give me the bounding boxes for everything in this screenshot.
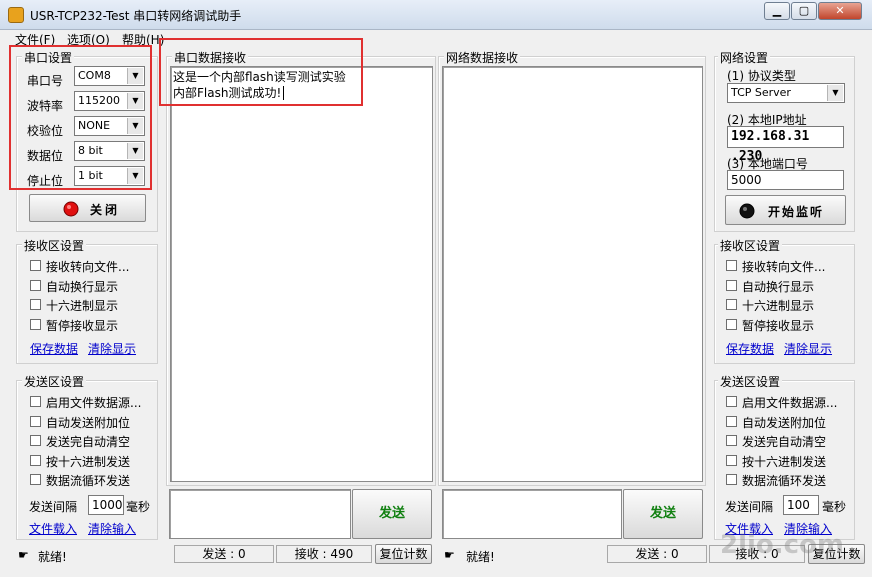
clear-input-link[interactable]: 清除输入 [88, 520, 136, 537]
option-label: 十六进制显示 [46, 299, 119, 313]
checkbox[interactable] [726, 299, 737, 310]
option-label: 发送完自动清空 [742, 435, 827, 449]
net-recv-legend: 网络数据接收 [444, 49, 521, 66]
checkbox[interactable] [30, 396, 41, 407]
option-label: 暂停接收显示 [742, 319, 815, 333]
watermark: 2lio.com [720, 530, 845, 560]
protocol-value: TCP Server [731, 86, 791, 99]
clear-display-link[interactable]: 清除显示 [88, 340, 136, 357]
left-recv-legend: 接收区设置 [22, 237, 87, 254]
close-port-label: 关闭 [90, 203, 121, 217]
net-recv-textarea[interactable] [442, 66, 703, 482]
close-window-button[interactable]: ✕ [818, 2, 862, 20]
checkbox[interactable] [726, 280, 737, 291]
option-label: 启用文件数据源... [742, 396, 838, 410]
option-label: 数据流循环发送 [742, 474, 827, 488]
status-ready-left: 就绪! [38, 550, 67, 564]
option-label: 自动发送附加位 [46, 416, 131, 430]
hand-icon: ☛ [444, 548, 455, 562]
option-label: 数据流循环发送 [46, 474, 131, 488]
checkbox[interactable] [726, 435, 737, 446]
checkbox[interactable] [30, 299, 41, 310]
hand-icon: ☛ [18, 548, 29, 562]
save-data-link[interactable]: 保存数据 [30, 340, 78, 357]
protocol-select[interactable]: TCP Server ▼ [727, 83, 845, 103]
right-recv-legend: 接收区设置 [718, 237, 783, 254]
left-send-legend: 发送区设置 [22, 373, 87, 390]
app-icon [8, 7, 24, 23]
reset-count-button-left[interactable]: 复位计数 [375, 544, 432, 564]
record-icon [63, 201, 79, 217]
option-label: 自动换行显示 [46, 280, 119, 294]
highlight-box-serial-settings [9, 45, 152, 190]
interval-label: 发送间隔 [725, 500, 774, 514]
checkbox[interactable] [30, 474, 41, 485]
recv-count-left: 接收 : 490 [276, 545, 372, 563]
protocol-label: (1) 协议类型 [727, 69, 796, 83]
local-port-input[interactable]: 5000 [727, 170, 844, 190]
checkbox[interactable] [726, 319, 737, 330]
window-title: USR-TCP232-Test 串口转网络调试助手 [30, 9, 242, 23]
right-send-legend: 发送区设置 [718, 373, 783, 390]
checkbox[interactable] [726, 455, 737, 466]
checkbox[interactable] [30, 435, 41, 446]
checkbox[interactable] [30, 416, 41, 427]
net-send-button[interactable]: 发送 [623, 489, 703, 539]
serial-send-textarea[interactable] [169, 489, 351, 539]
option-label: 接收转向文件... [46, 260, 130, 274]
interval-input[interactable]: 1000 [88, 495, 124, 515]
checkbox[interactable] [726, 260, 737, 271]
interval-unit: 毫秒 [126, 500, 151, 514]
checkbox[interactable] [726, 416, 737, 427]
send-count-left: 发送 : 0 [174, 545, 274, 563]
serial-send-button[interactable]: 发送 [352, 489, 432, 539]
record-icon [739, 203, 755, 219]
checkbox[interactable] [30, 319, 41, 330]
option-label: 启用文件数据源... [46, 396, 142, 410]
serial-recv-textarea[interactable]: 这是一个内部flash读写测试实验 内部Flash测试成功! [170, 66, 433, 482]
checkbox[interactable] [726, 396, 737, 407]
start-listen-label: 开始监听 [768, 205, 825, 219]
checkbox[interactable] [30, 455, 41, 466]
option-label: 自动发送附加位 [742, 416, 827, 430]
status-ready-right: 就绪! [466, 550, 495, 564]
close-port-button[interactable]: 关闭 [29, 194, 146, 222]
start-listen-button[interactable]: 开始监听 [725, 195, 846, 225]
minimize-button[interactable]: ▁ [764, 2, 790, 20]
clear-display-link[interactable]: 清除显示 [784, 340, 832, 357]
option-label: 按十六进制发送 [46, 455, 131, 469]
title-bar: USR-TCP232-Test 串口转网络调试助手 [0, 0, 872, 30]
checkbox[interactable] [30, 280, 41, 291]
option-label: 暂停接收显示 [46, 319, 119, 333]
send-count-right: 发送 : 0 [607, 545, 707, 563]
option-label: 自动换行显示 [742, 280, 815, 294]
load-file-link[interactable]: 文件载入 [29, 520, 77, 537]
highlight-box-serial-recv [159, 38, 363, 106]
interval-unit: 毫秒 [822, 500, 847, 514]
option-label: 接收转向文件... [742, 260, 826, 274]
checkbox[interactable] [30, 260, 41, 271]
chevron-down-icon: ▼ [827, 85, 843, 101]
interval-input[interactable]: 100 [783, 495, 819, 515]
option-label: 十六进制显示 [742, 299, 815, 313]
save-data-link[interactable]: 保存数据 [726, 340, 774, 357]
ip-input[interactable]: 192.168.31 .230 [727, 126, 844, 164]
maximize-button[interactable]: ▢ [791, 2, 817, 20]
checkbox[interactable] [726, 474, 737, 485]
option-label: 发送完自动清空 [46, 435, 131, 449]
network-settings-legend: 网络设置 [718, 49, 771, 66]
option-label: 按十六进制发送 [742, 455, 827, 469]
interval-label: 发送间隔 [29, 500, 78, 514]
net-send-textarea[interactable] [442, 489, 622, 539]
